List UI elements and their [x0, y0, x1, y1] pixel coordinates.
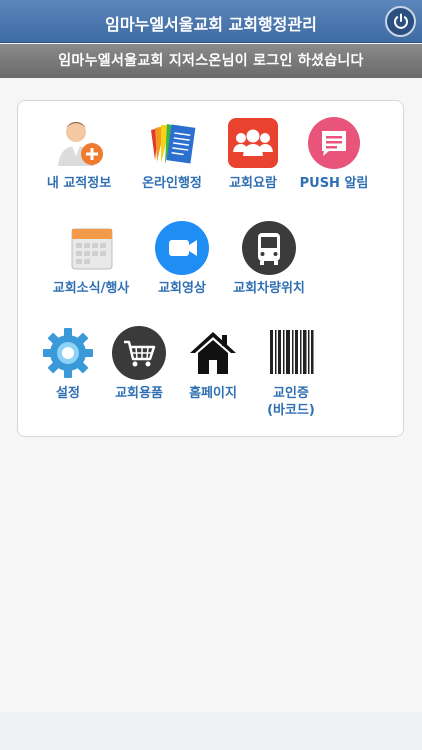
menu-directory[interactable]: 교회요람 — [208, 116, 298, 192]
menu-label: 온라인행정 — [142, 176, 202, 191]
menu-label-line1: 교인증 — [273, 386, 309, 401]
login-notice: 임마누엘서울교회 지저스온님이 로그인 하셨습니다 — [0, 44, 422, 78]
menu-label-line2: (바코드) — [267, 403, 315, 418]
home-icon — [186, 326, 240, 380]
video-camera-icon — [155, 221, 209, 275]
menu-label: 교회영상 — [158, 281, 206, 296]
menu-label: PUSH 알림 — [299, 176, 369, 191]
menu-news-events[interactable]: 교회소식/행사 — [46, 221, 136, 297]
menu-push[interactable]: PUSH 알림 — [289, 116, 379, 192]
menu-label: 교회요람 — [229, 176, 277, 191]
documents-icon — [145, 116, 199, 170]
bottom-area — [0, 712, 422, 750]
app-header: 임마누엘서울교회 교회행정관리 — [0, 0, 422, 43]
app-title: 임마누엘서울교회 교회행정관리 — [105, 15, 317, 34]
menu-label: 교회차량위치 — [233, 281, 305, 296]
user-add-icon — [52, 116, 106, 170]
menu-label: 홈페이지 — [189, 386, 237, 401]
shopping-cart-icon — [112, 326, 166, 380]
menu-online-admin[interactable]: 온라인행정 — [127, 116, 217, 192]
menu-vehicle-location[interactable]: 교회차량위치 — [224, 221, 314, 297]
power-button[interactable] — [385, 6, 416, 37]
menu-label: 내 교적정보 — [46, 176, 112, 191]
menu-member-id-barcode[interactable]: 교인증 (바코드) — [246, 326, 336, 419]
menu-label: 교인증 (바코드) — [246, 385, 336, 419]
menu-video[interactable]: 교회영상 — [137, 221, 227, 297]
menu-homepage[interactable]: 홈페이지 — [168, 326, 258, 402]
calendar-icon — [64, 221, 118, 275]
barcode-icon — [264, 326, 318, 380]
gear-icon — [41, 326, 95, 380]
menu-label: 교회소식/행사 — [52, 281, 130, 296]
power-icon — [393, 13, 408, 29]
bus-icon — [242, 221, 296, 275]
message-icon — [307, 116, 361, 170]
people-group-icon — [226, 116, 280, 170]
menu-panel: 내 교적정보 온라인행정 교회요람 PUSH 알림 교회소식/행사 교회영상 교… — [17, 100, 404, 437]
menu-my-info[interactable]: 내 교적정보 — [34, 116, 124, 192]
